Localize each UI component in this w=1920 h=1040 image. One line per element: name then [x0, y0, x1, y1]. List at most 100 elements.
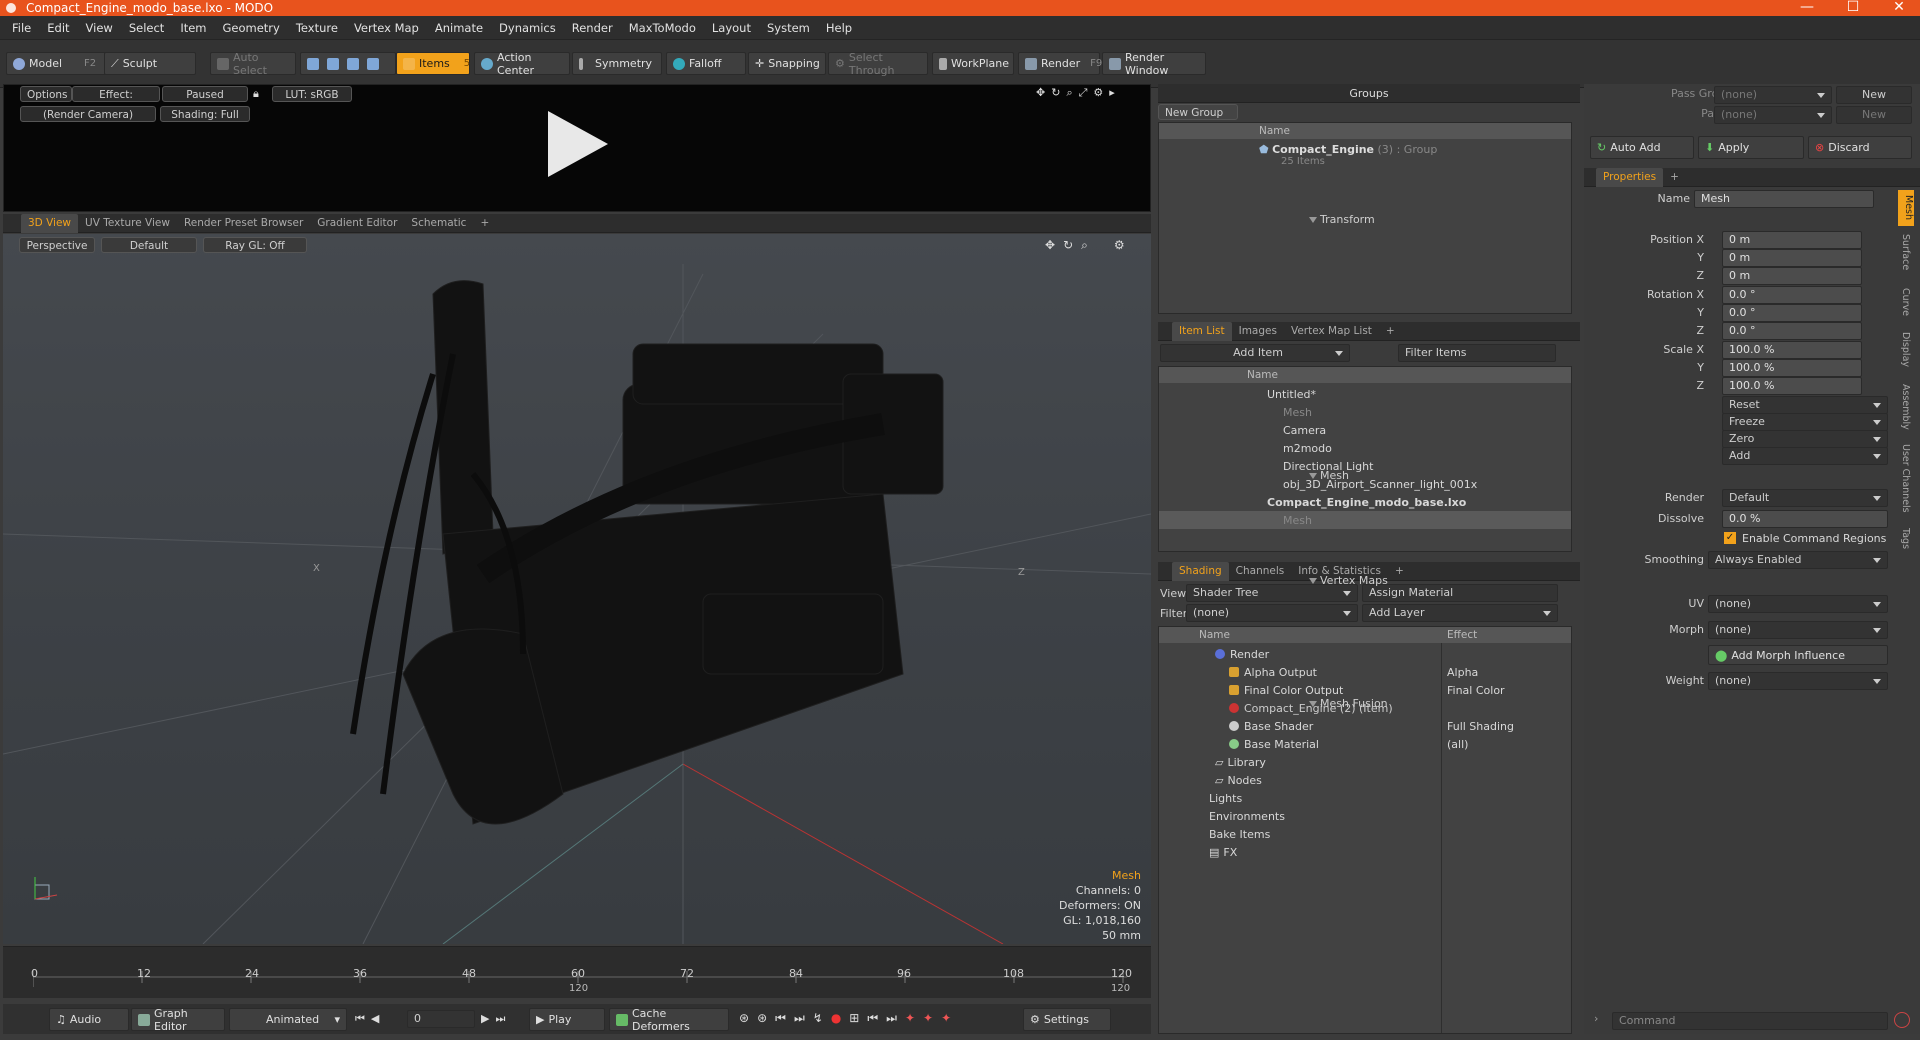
symmetry-button[interactable]: Symmetry	[572, 52, 662, 75]
shader-row[interactable]: Lights	[1159, 789, 1571, 807]
add-tab-button[interactable]: +	[1663, 168, 1686, 187]
falloff-button[interactable]: Falloff	[666, 52, 746, 75]
side-tab-curve[interactable]: Curve	[1900, 288, 1911, 316]
transform-section[interactable]: Transform	[1306, 213, 1546, 229]
material-mode-icon[interactable]	[367, 57, 379, 70]
tab-vertex-map-list[interactable]: Vertex Map List	[1284, 322, 1379, 341]
menu-system[interactable]: System	[759, 21, 818, 35]
list-item[interactable]: Compact_Engine_modo_base.lxo	[1159, 493, 1571, 511]
mesh-fusion-section[interactable]: Mesh Fusion	[1306, 697, 1546, 713]
menu-view[interactable]: View	[78, 21, 121, 35]
pass-groups-dropdown[interactable]: (none)	[1714, 86, 1832, 104]
polygon-mode-icon[interactable]	[347, 57, 359, 70]
filter-items-field[interactable]: Filter Items	[1398, 344, 1556, 362]
tab-properties[interactable]: Properties	[1596, 167, 1664, 187]
side-tab-assembly[interactable]: Assembly	[1900, 384, 1911, 430]
new-pass-button[interactable]: New	[1836, 106, 1912, 124]
apply-button[interactable]: ⬇ Apply	[1698, 136, 1804, 159]
prev-key-icon[interactable]: ⏮	[775, 1011, 786, 1026]
list-item[interactable]: Untitled*	[1159, 385, 1571, 403]
scale-z-field[interactable]: 100.0 %	[1722, 377, 1862, 395]
list-item-selected[interactable]: Mesh	[1159, 511, 1571, 529]
add-tab-button[interactable]: +	[1379, 322, 1402, 341]
group-item-compact-engine[interactable]: ⬟ Compact_Engine (3) : Group 25 Items	[1259, 143, 1437, 167]
workplane-button[interactable]: WorkPlane	[932, 52, 1014, 75]
tab-shading[interactable]: Shading	[1172, 561, 1229, 581]
minimize-button[interactable]: —	[1784, 0, 1830, 16]
add-item-dropdown[interactable]: Add Item	[1160, 344, 1350, 362]
model-mode-button[interactable]: Model F2	[6, 52, 108, 75]
close-button[interactable]: ✕	[1876, 0, 1920, 16]
rotation-y-field[interactable]: 0.0 °	[1722, 304, 1862, 322]
menu-file[interactable]: File	[0, 21, 39, 35]
zero-dropdown[interactable]: Zero	[1722, 430, 1888, 448]
new-pass-group-button[interactable]: New	[1836, 86, 1912, 104]
preview-options-button[interactable]: Options	[20, 86, 72, 102]
snapping-button[interactable]: ✛ Snapping	[748, 52, 826, 75]
item-name-field[interactable]: Mesh	[1694, 190, 1874, 208]
sculpt-mode-button[interactable]: ⟋ Sculpt	[104, 52, 196, 75]
discard-button[interactable]: ⊗ Discard	[1808, 136, 1912, 159]
menu-dynamics[interactable]: Dynamics	[491, 21, 564, 35]
key-tool-icon[interactable]: ⊞	[849, 1011, 859, 1026]
zoom-icon[interactable]: ⌕	[1066, 86, 1072, 100]
tab-schematic[interactable]: Schematic	[404, 214, 473, 233]
passes-dropdown[interactable]: (none)	[1714, 106, 1832, 124]
shader-row[interactable]: ▱ Library	[1159, 753, 1571, 771]
edge-mode-icon[interactable]	[327, 57, 339, 70]
items-mode-button[interactable]: Items 5	[396, 52, 470, 75]
set-key-icon[interactable]: ✦	[905, 1011, 915, 1026]
menu-maxtomodo[interactable]: MaxToModo	[621, 21, 704, 35]
preview-paused-button[interactable]: Paused	[162, 86, 248, 102]
record-icon[interactable]: ●	[831, 1011, 841, 1026]
render-camera-dropdown[interactable]: (Render Camera)	[20, 106, 156, 122]
action-center-button[interactable]: Action Center	[474, 51, 570, 77]
lut-dropdown[interactable]: LUT: sRGB	[272, 86, 352, 102]
rotation-z-field[interactable]: 0.0 °	[1722, 322, 1862, 340]
shading-dropdown[interactable]: Shading: Full	[160, 106, 250, 122]
add-layer-dropdown[interactable]: Add Layer	[1362, 604, 1558, 622]
auto-add-button[interactable]: ↻ Auto Add	[1590, 136, 1694, 159]
gear-icon[interactable]: ⚙	[1093, 86, 1103, 100]
side-tab-mesh[interactable]: Mesh	[1898, 190, 1914, 226]
command-regions-checkbox[interactable]: ✓	[1724, 532, 1736, 544]
menu-geometry[interactable]: Geometry	[215, 21, 288, 35]
rotation-x-field[interactable]: 0.0 °	[1722, 286, 1862, 304]
command-expand-icon[interactable]: ›	[1594, 1012, 1614, 1030]
auto-select-button[interactable]: Auto Select	[210, 51, 296, 77]
settings-button[interactable]: ⚙ Settings	[1023, 1008, 1111, 1031]
tab-gradient-editor[interactable]: Gradient Editor	[310, 214, 404, 233]
add-tab-button[interactable]: +	[473, 214, 496, 233]
weight-dropdown[interactable]: (none)	[1708, 672, 1888, 690]
command-input[interactable]: Command	[1612, 1012, 1888, 1030]
shader-row[interactable]: Environments	[1159, 807, 1571, 825]
vertex-maps-section[interactable]: Vertex Maps	[1306, 574, 1546, 590]
play-icon[interactable]	[544, 109, 612, 179]
play-button[interactable]: ▶︎ Play	[529, 1008, 605, 1031]
shader-row[interactable]: Bake Items	[1159, 825, 1571, 843]
tab-images[interactable]: Images	[1232, 322, 1284, 341]
position-y-field[interactable]: 0 m	[1722, 249, 1862, 267]
menu-select[interactable]: Select	[121, 21, 172, 35]
shader-row[interactable]: ▤ FX	[1159, 843, 1571, 861]
tab-uv-texture-view[interactable]: UV Texture View	[78, 214, 177, 233]
timeline[interactable]: 0 12 24 36 48 60 72 84 96 108 120 120 12…	[3, 946, 1151, 998]
vertex-mode-icon[interactable]	[307, 57, 319, 70]
list-item[interactable]: Mesh	[1159, 403, 1571, 421]
shader-row[interactable]: ▱ Nodes	[1159, 771, 1571, 789]
mesh-section[interactable]: Mesh	[1306, 469, 1546, 485]
key-filter-icon[interactable]: ⊛	[757, 1011, 767, 1026]
pan-icon[interactable]: ✥	[1036, 86, 1045, 100]
dissolve-field[interactable]: 0.0 %	[1722, 510, 1888, 528]
add-morph-influence-button[interactable]: ⬤ Add Morph Influence	[1708, 645, 1888, 665]
morph-dropdown[interactable]: (none)	[1708, 621, 1888, 639]
graph-editor-button[interactable]: Graph Editor	[131, 1007, 225, 1033]
shader-row[interactable]: Alpha Output Alpha	[1159, 663, 1571, 681]
cache-deformers-button[interactable]: Cache Deformers	[609, 1007, 729, 1033]
scale-x-field[interactable]: 100.0 %	[1722, 341, 1862, 359]
key-all-icon[interactable]: ✦	[941, 1011, 951, 1026]
side-tab-user-channels[interactable]: User Channels	[1900, 444, 1911, 513]
lock-icon[interactable]: 🔒︎	[253, 87, 259, 101]
uv-dropdown[interactable]: (none)	[1708, 595, 1888, 613]
menu-help[interactable]: Help	[818, 21, 860, 35]
